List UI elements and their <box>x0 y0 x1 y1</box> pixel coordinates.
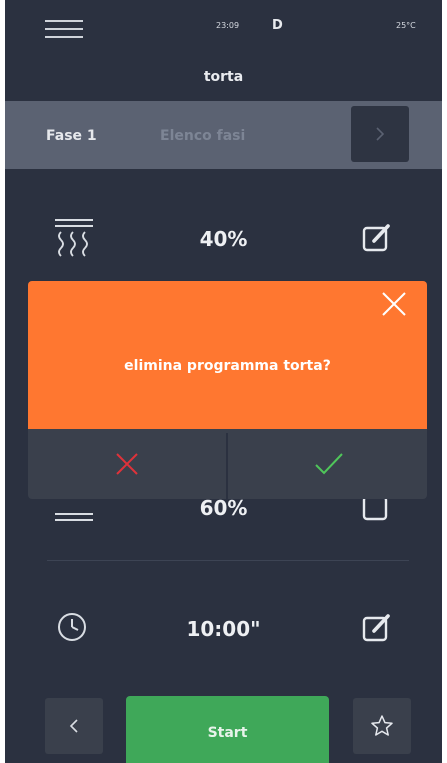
confirm-button[interactable] <box>228 429 427 499</box>
screen: 23:09 D 25°C torta Fase 1 Elenco fasi 40… <box>5 0 442 763</box>
next-phase-button[interactable] <box>351 106 409 162</box>
edit-icon[interactable] <box>362 223 392 253</box>
start-label: Start <box>207 725 248 741</box>
phase-label[interactable]: Fase 1 <box>46 128 97 144</box>
dialog-message: elimina programma torta? <box>124 358 331 374</box>
edit-icon[interactable] <box>362 613 392 643</box>
bottom-bar: Start <box>5 690 442 763</box>
start-button[interactable]: Start <box>126 696 329 763</box>
close-icon[interactable] <box>380 290 408 318</box>
day-indicator: D <box>272 18 283 33</box>
temperature-readout: 25°C <box>396 21 416 30</box>
favorite-button[interactable] <box>353 698 411 754</box>
star-icon <box>371 715 393 736</box>
page-title: torta <box>203 69 244 85</box>
confirm-dialog: elimina programma torta? <box>28 281 427 499</box>
cancel-button[interactable] <box>28 429 226 499</box>
setting-row-time: 10:00" <box>5 600 442 660</box>
menu-icon[interactable] <box>45 18 83 40</box>
back-button[interactable] <box>45 698 103 754</box>
row-divider <box>47 560 409 561</box>
setting-row-steam: 40% <box>5 210 442 270</box>
setting-row-fan: 60% <box>5 490 442 550</box>
chevron-right-icon <box>376 127 385 141</box>
check-icon <box>315 453 343 475</box>
clock-time: 23:09 <box>216 21 240 30</box>
dialog-body: elimina programma torta? <box>28 281 427 429</box>
dialog-actions <box>28 429 427 499</box>
phase-list-link[interactable]: Elenco fasi <box>160 128 245 144</box>
chevron-left-icon <box>69 719 78 733</box>
cross-icon <box>116 453 138 475</box>
top-bar: 23:09 D 25°C torta <box>5 0 442 100</box>
